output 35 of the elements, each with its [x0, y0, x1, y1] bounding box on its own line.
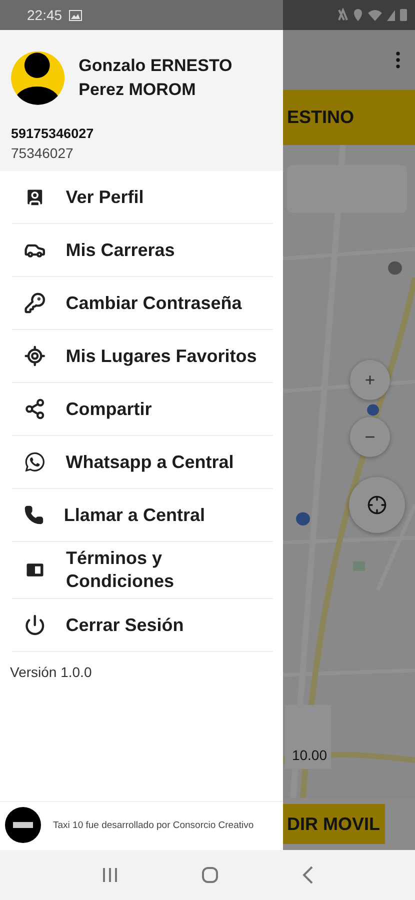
- signal-icon: [387, 10, 395, 20]
- battery-icon: [400, 9, 407, 21]
- menu-item[interactable]: Mis Lugares Favoritos: [12, 330, 273, 383]
- target-icon: [24, 345, 46, 367]
- status-time: 22:45: [27, 7, 62, 23]
- phone-icon: [24, 505, 44, 525]
- menu-item[interactable]: Cerrar Sesión: [12, 599, 273, 652]
- share-icon: [24, 398, 46, 420]
- menu-item[interactable]: Términos y Condiciones: [12, 542, 273, 599]
- destination-button[interactable]: ESTINO: [283, 90, 415, 145]
- phone-number: 75346027: [11, 145, 74, 161]
- version-text: Versión 1.0.0: [9, 663, 93, 682]
- menu-item[interactable]: Ver Perfil: [12, 171, 273, 224]
- user-name: Gonzalo ERNESTO Perez MOROM: [78, 55, 234, 101]
- request-button[interactable]: DIR MOVIL: [283, 804, 385, 844]
- recent-apps-icon[interactable]: [102, 867, 118, 883]
- credit-text: Taxi 10 fue desarrollado por Consorcio Creativo: [53, 820, 254, 830]
- wifi-icon: [368, 9, 382, 21]
- power-icon: [24, 614, 46, 636]
- logo-icon: [5, 807, 41, 843]
- nfc-icon: [338, 8, 348, 22]
- menu-item[interactable]: Whatsapp a Central: [12, 436, 273, 489]
- menu-item[interactable]: Compartir: [12, 383, 273, 436]
- locate-icon: [367, 495, 387, 515]
- menu-item[interactable]: Mis Carreras: [12, 224, 273, 277]
- home-icon[interactable]: [200, 866, 218, 884]
- phone-number: 59175346027: [11, 126, 95, 141]
- location-icon: [353, 8, 363, 22]
- image-icon: [69, 10, 82, 20]
- fare-text: 10.00: [285, 705, 331, 769]
- back-icon[interactable]: [302, 866, 314, 884]
- key-icon: [24, 292, 46, 314]
- whatsapp-icon: [24, 451, 46, 473]
- menu-item[interactable]: Llamar a Central: [12, 489, 273, 542]
- menu-item[interactable]: Cambiar Contraseña: [12, 277, 273, 330]
